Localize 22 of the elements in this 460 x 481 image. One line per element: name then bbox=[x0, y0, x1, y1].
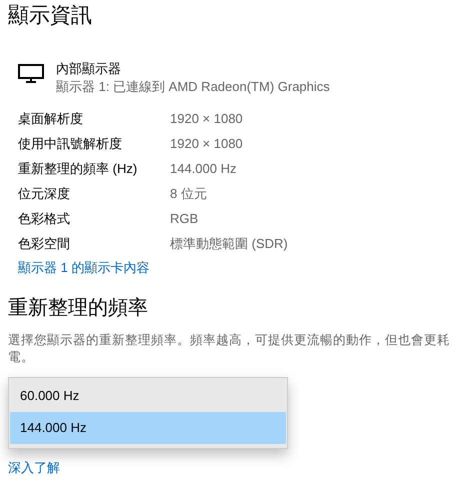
property-label: 色彩空間 bbox=[18, 234, 71, 253]
monitor-icon bbox=[18, 64, 44, 84]
property-label: 重新整理的頻率 (Hz) bbox=[18, 160, 138, 178]
property-label: 位元深度 bbox=[18, 184, 71, 203]
learn-more-link[interactable]: 深入了解 bbox=[8, 458, 60, 478]
property-value: 144.000 Hz bbox=[170, 160, 236, 178]
display-name: 內部顯示器 bbox=[56, 60, 122, 78]
page-title: 顯示資訊 bbox=[8, 3, 92, 29]
adapter-properties-link[interactable]: 顯示器 1 的顯示卡內容 bbox=[18, 258, 288, 278]
dropdown-option[interactable]: 144.000 Hz bbox=[10, 412, 286, 444]
property-value: 標準動態範圍 (SDR) bbox=[170, 234, 288, 253]
property-value: 8 位元 bbox=[170, 184, 207, 203]
property-value: RGB bbox=[170, 210, 198, 228]
display-detail: 顯示器 1: 已連線到 AMD Radeon(TM) Graphics bbox=[56, 78, 330, 96]
property-label: 使用中訊號解析度 bbox=[18, 134, 123, 153]
section-description: 選擇您顯示器的重新整理頻率。頻率越高，可提供更流暢的動作，但也會更耗電。 bbox=[8, 332, 451, 366]
property-value: 1920 × 1080 bbox=[170, 110, 243, 128]
property-label: 桌面解析度 bbox=[18, 110, 84, 128]
property-label: 色彩格式 bbox=[18, 210, 71, 228]
dropdown-option[interactable]: 60.000 Hz bbox=[10, 380, 286, 412]
section-heading: 重新整理的頻率 bbox=[8, 296, 148, 321]
property-value: 1920 × 1080 bbox=[170, 134, 243, 153]
